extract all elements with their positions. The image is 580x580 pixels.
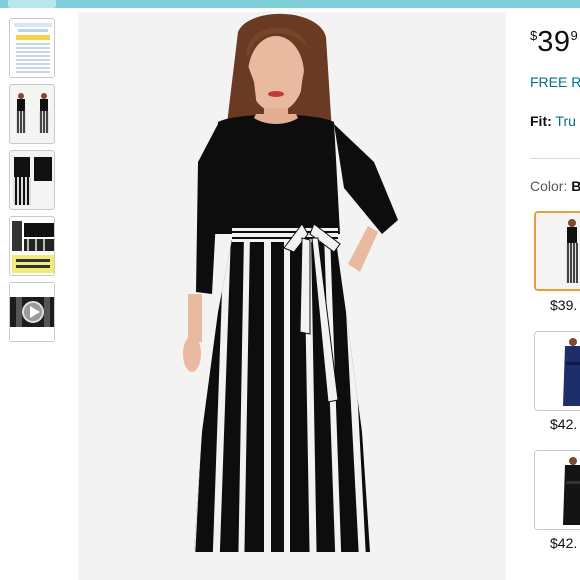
color-selector-label: Color: B xyxy=(530,178,580,194)
swatch-price: $42. xyxy=(550,535,578,551)
dress-flat-lay-thumbnail[interactable] xyxy=(9,150,55,210)
video-thumbnail[interactable] xyxy=(9,282,55,342)
swatch-price: $42. xyxy=(550,416,578,432)
browser-tab[interactable] xyxy=(8,0,56,8)
buy-box: $399 FREE R Fit: Tru Color: B $39. $42. xyxy=(520,0,580,580)
price-whole: 39 xyxy=(537,26,571,58)
divider xyxy=(530,158,580,159)
color-swatch-black[interactable] xyxy=(534,450,580,530)
fit-label: Fit: xyxy=(530,113,552,129)
color-swatch-black-white-stripe[interactable] xyxy=(534,211,580,291)
fit-info: Fit: Tru xyxy=(530,113,576,129)
free-returns-link[interactable]: FREE R xyxy=(530,74,580,90)
price: $399 xyxy=(530,26,578,59)
color-label: Color: xyxy=(530,178,568,194)
dress-front-back-thumbnail[interactable] xyxy=(9,84,55,144)
fabric-detail-thumbnail[interactable] xyxy=(9,216,55,276)
price-fraction: 9 xyxy=(570,28,578,43)
swatch-price: $39. xyxy=(550,297,578,313)
browser-top-bar xyxy=(0,0,580,8)
play-icon[interactable] xyxy=(22,301,44,323)
color-selected-value: B xyxy=(571,178,580,194)
color-swatch-navy[interactable] xyxy=(534,331,580,411)
main-product-image[interactable] xyxy=(78,12,506,580)
size-chart-thumbnail[interactable] xyxy=(9,18,55,78)
fit-value-link[interactable]: Tru xyxy=(555,113,575,129)
price-currency-symbol: $ xyxy=(530,28,538,43)
